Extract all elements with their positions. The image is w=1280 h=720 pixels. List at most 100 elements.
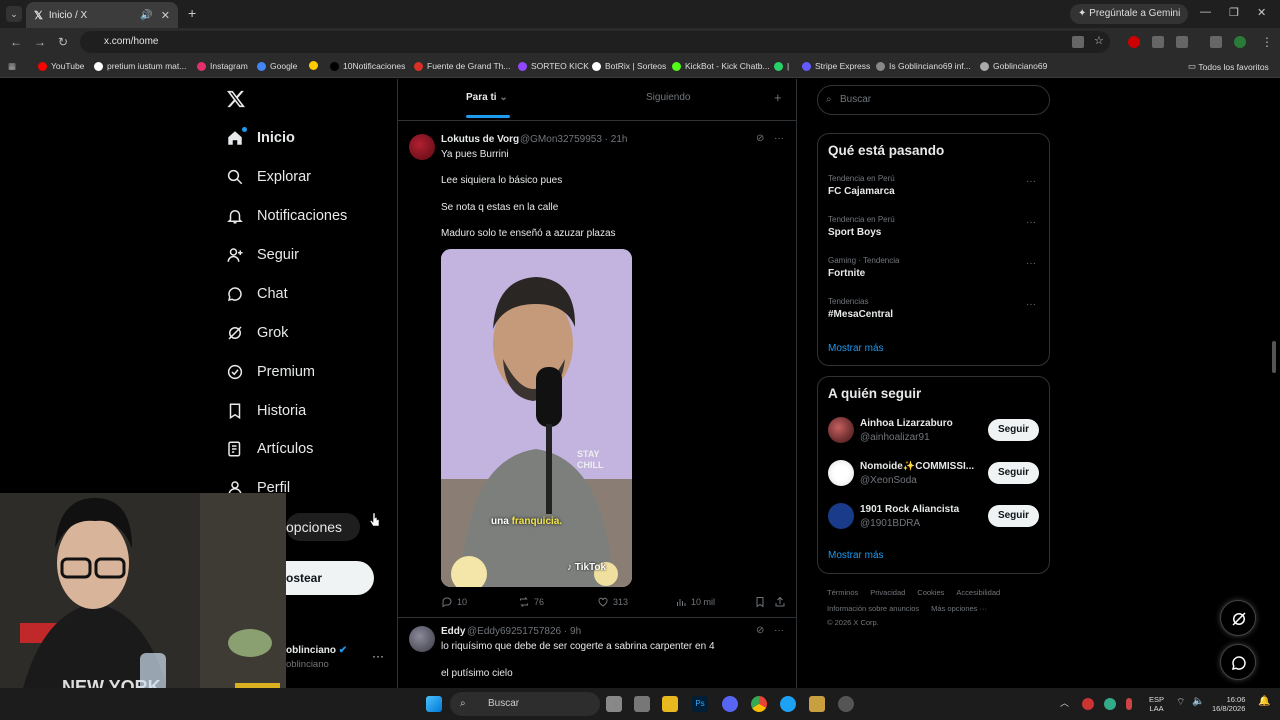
media-icon[interactable] <box>1210 36 1222 48</box>
all-bookmarks[interactable]: ▭ Todos los favoritos <box>1188 61 1269 72</box>
share-button[interactable] <box>774 596 790 608</box>
account-more-icon[interactable]: ··· <box>372 649 384 663</box>
app-icon-3[interactable] <box>809 696 825 712</box>
microphone-icon[interactable] <box>1126 698 1132 710</box>
trend-more-icon[interactable]: ··· <box>1026 299 1036 310</box>
footer-link[interactable]: Más opciones ··· <box>931 604 987 613</box>
language-indicator[interactable]: ESP LAA <box>1149 695 1164 713</box>
star-icon[interactable]: ☆ <box>1094 34 1106 47</box>
bookmark-item[interactable]: Stripe Express <box>802 61 870 71</box>
follow-button[interactable]: Seguir <box>988 505 1039 527</box>
page-scrollbar[interactable] <box>1272 341 1276 373</box>
tweet-author-name[interactable]: Lokutus de Vorg <box>441 134 519 145</box>
like-button[interactable]: 313 <box>597 596 628 608</box>
browser-tab[interactable]: 𝕏 Inicio / X 🔊 ✕ <box>26 2 178 28</box>
suggestion-avatar[interactable] <box>828 503 854 529</box>
task-view-icon[interactable] <box>606 696 622 712</box>
repost-button[interactable]: 76 <box>518 596 544 608</box>
grok-float-button[interactable] <box>1220 600 1256 636</box>
grok-icon[interactable]: ⊘ <box>756 625 764 636</box>
extension-icon[interactable] <box>1152 36 1164 48</box>
tray-icon-2[interactable] <box>1104 698 1116 710</box>
minimize-icon[interactable]: — <box>1200 6 1211 18</box>
notifications-icon[interactable]: 🔔 <box>1258 696 1274 712</box>
nav-item-inicio[interactable]: Inicio <box>226 126 295 150</box>
bookmark-item[interactable]: KickBot - Kick Chatb... <box>672 61 770 71</box>
nav-item-premium[interactable]: Premium <box>226 360 315 384</box>
nav-item-articulos[interactable]: Artículos <box>226 437 313 461</box>
trend-more-icon[interactable]: ··· <box>1026 258 1036 269</box>
reload-icon[interactable]: ↻ <box>58 35 68 49</box>
install-icon[interactable] <box>1072 36 1084 48</box>
footer-link[interactable]: Términos <box>827 588 858 597</box>
apps-icon[interactable]: ▦ <box>8 61 16 72</box>
suggestion-avatar[interactable] <box>828 417 854 443</box>
suggestion-avatar[interactable] <box>828 460 854 486</box>
trend-more-icon[interactable]: ··· <box>1026 217 1036 228</box>
nav-item-chat[interactable]: Chat <box>226 282 288 306</box>
wifi-icon[interactable]: ⌔ <box>1176 696 1192 712</box>
tweet-author-name[interactable]: Eddy <box>441 626 465 637</box>
app-icon-4[interactable] <box>838 696 854 712</box>
follow-show-more[interactable]: Mostrar más <box>828 550 884 561</box>
forward-icon[interactable]: → <box>34 35 46 49</box>
trend-more-icon[interactable]: ··· <box>1026 176 1036 187</box>
app-icon[interactable] <box>634 696 650 712</box>
browser-menu-icon[interactable]: ⋮ <box>1261 35 1273 49</box>
grok-icon[interactable]: ⊘ <box>756 133 764 144</box>
profile-avatar[interactable] <box>1234 36 1246 48</box>
tweet-more-icon[interactable]: ··· <box>774 625 784 636</box>
post-button[interactable]: ostear <box>286 561 374 595</box>
reply-button[interactable]: 10 <box>441 596 467 608</box>
bookmark-item[interactable]: Is Goblinciano69 inf... <box>876 61 971 71</box>
speaker-icon[interactable]: 🔊 <box>140 10 152 21</box>
nav-item-explorar[interactable]: Explorar <box>226 165 311 189</box>
footer-link[interactable]: Privacidad <box>870 588 905 597</box>
suggestion-name[interactable]: Ainhoa Lizarzaburo <box>860 418 980 429</box>
x-logo-icon[interactable] <box>226 89 246 109</box>
tab-search-button[interactable]: ⌄ <box>6 6 22 22</box>
suggestion-name[interactable]: 1901 Rock Aliancista <box>860 504 980 515</box>
bookmark-item[interactable]: YouTube <box>38 61 84 71</box>
new-tab-button[interactable]: + <box>188 5 196 21</box>
views-button[interactable]: 10 mil <box>675 596 715 608</box>
bookmark-item[interactable]: 10Notificaciones <box>330 61 405 71</box>
bookmark-button[interactable] <box>754 596 770 608</box>
follow-button[interactable]: Seguir <box>988 462 1039 484</box>
footer-link[interactable]: Información sobre anuncios <box>827 604 919 613</box>
tab-for-you[interactable]: Para ti ⌄ <box>466 92 508 103</box>
follow-button[interactable]: Seguir <box>988 419 1039 441</box>
file-explorer-icon[interactable] <box>662 696 678 712</box>
bookmark-item[interactable] <box>309 61 322 70</box>
window-close-icon[interactable]: ✕ <box>1257 6 1266 19</box>
back-icon[interactable]: ← <box>10 35 22 49</box>
url-input[interactable]: x.com/home <box>80 31 1110 53</box>
account-name[interactable]: oblinciano ✔ <box>286 645 347 656</box>
bookmark-item[interactable]: BotRix | Sorteos <box>592 61 666 71</box>
nav-item-grok[interactable]: Grok <box>226 321 288 345</box>
tray-icon[interactable] <box>1082 698 1094 710</box>
bookmark-item[interactable]: Fuente de Grand Th... <box>414 61 510 71</box>
nav-item-seguir[interactable]: Seguir <box>226 243 299 267</box>
volume-icon[interactable]: 🔈 <box>1192 696 1208 712</box>
tweet-author-avatar[interactable] <box>409 626 435 652</box>
search-input[interactable]: ⌕ Buscar <box>817 85 1050 115</box>
footer-link[interactable]: Accesibilidad <box>956 588 1000 597</box>
tweet-more-icon[interactable]: ··· <box>774 133 784 144</box>
maximize-icon[interactable]: ❐ <box>1229 6 1239 19</box>
nav-item-notificaciones[interactable]: Notificaciones <box>226 204 347 228</box>
start-icon[interactable] <box>426 696 442 712</box>
tab-close-icon[interactable]: ✕ <box>161 9 170 22</box>
nav-item-historia[interactable]: Historia <box>226 399 306 423</box>
extensions-puzzle-icon[interactable] <box>1176 36 1188 48</box>
bookmark-item[interactable]: pretium iustum mat... <box>94 61 186 71</box>
photoshop-icon[interactable]: Ps <box>692 696 708 712</box>
trends-show-more[interactable]: Mostrar más <box>828 343 884 354</box>
bookmark-item[interactable]: Instagram <box>197 61 248 71</box>
discord-icon[interactable] <box>722 696 738 712</box>
suggestion-name[interactable]: Ñomoide✨COMMISSI... <box>860 461 980 472</box>
taskbar-search[interactable]: ⌕ Buscar <box>450 692 600 716</box>
extension-red-icon[interactable] <box>1128 36 1140 48</box>
tweet-video[interactable]: STAY CHILL una franquicia. ♪ TikTok <box>441 249 632 587</box>
tray-chevron-icon[interactable]: ︿ <box>1060 696 1076 712</box>
